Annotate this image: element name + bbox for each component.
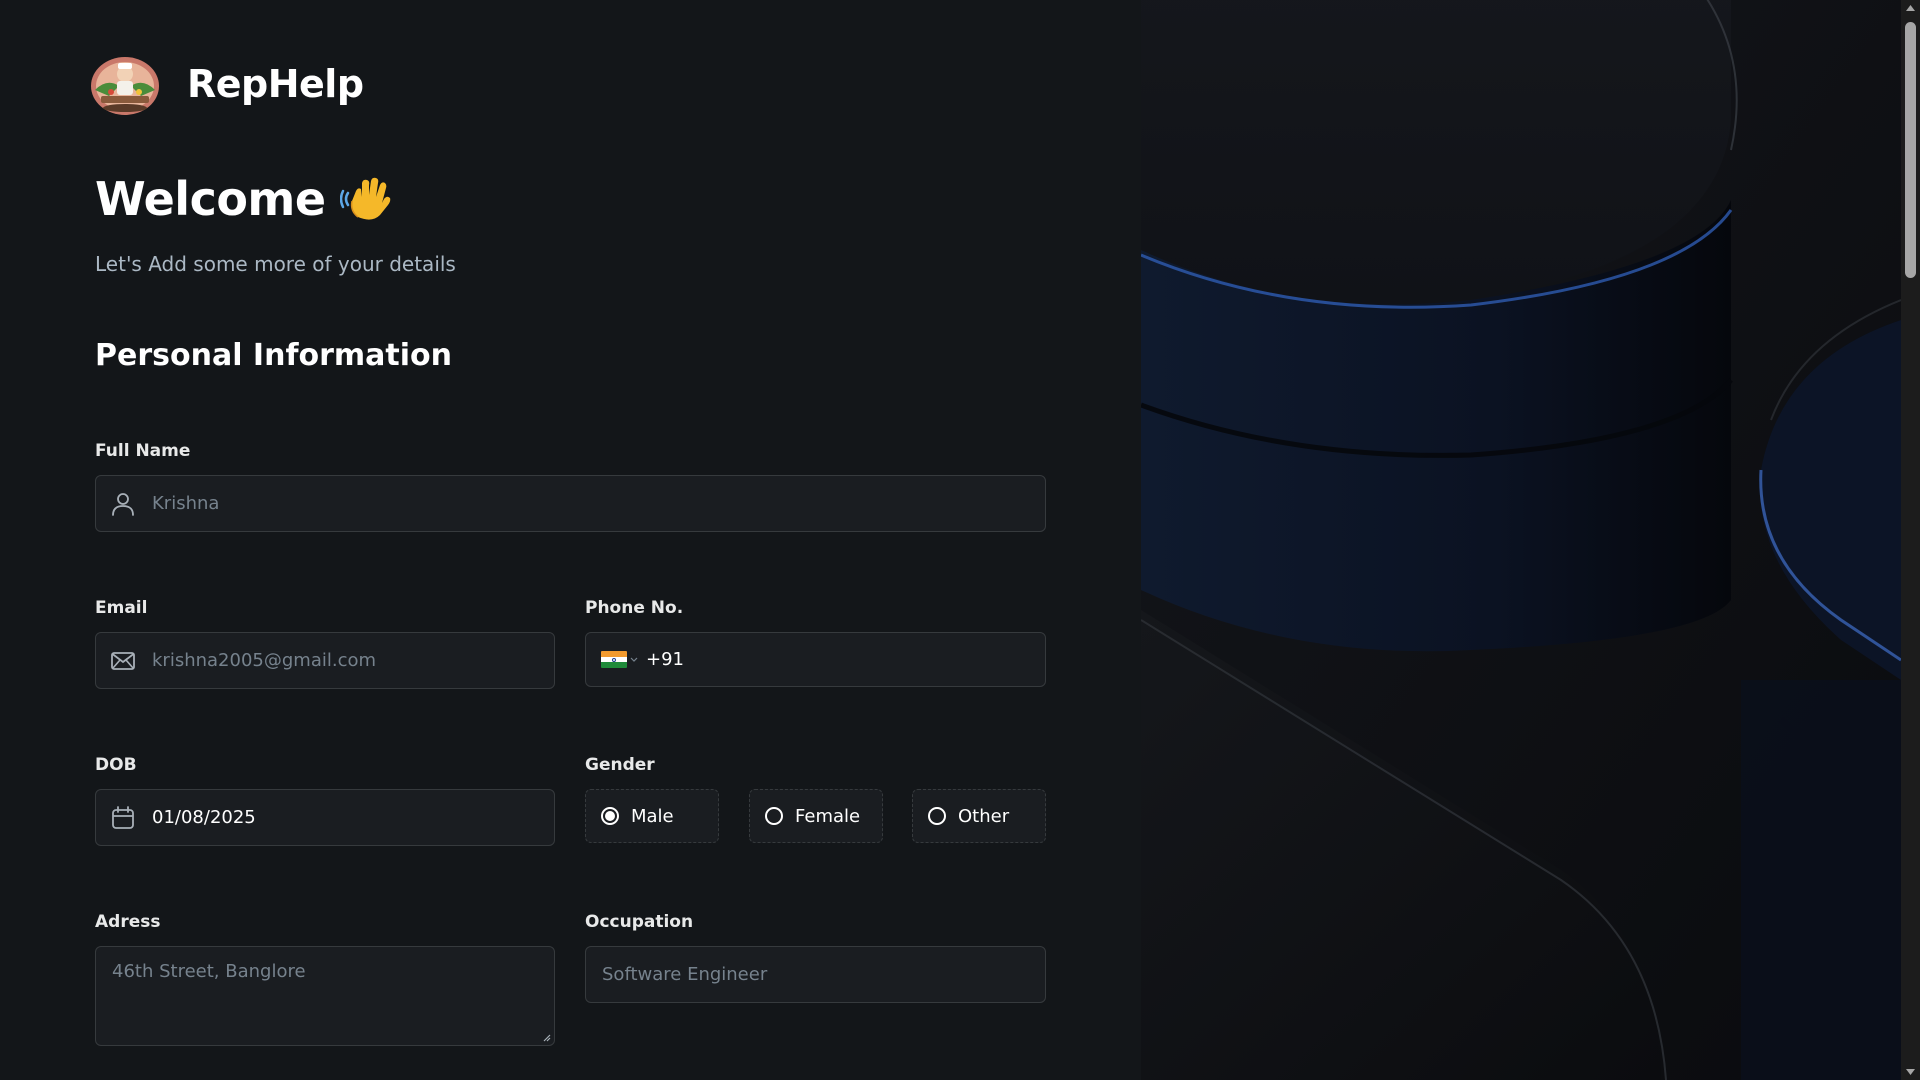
- chef-character-logo: [91, 57, 159, 115]
- form-panel: RepHelp Welcome Let's Add some more of y…: [0, 0, 1141, 1080]
- phone-label: Phone No.: [585, 598, 684, 618]
- india-flag-icon: [601, 651, 627, 668]
- hero-image-panel: [1141, 0, 1901, 1080]
- gender-option-male[interactable]: Male: [585, 789, 719, 843]
- occupation-label: Occupation: [585, 912, 694, 932]
- resize-grip-icon[interactable]: [542, 1033, 551, 1042]
- vertical-scrollbar[interactable]: [1901, 0, 1920, 1080]
- section-title: Personal Information: [95, 338, 452, 373]
- onboarding-page: RepHelp Welcome Let's Add some more of y…: [0, 0, 1920, 1080]
- dob-label: DOB: [95, 755, 137, 775]
- dob-value: 01/08/2025: [152, 807, 256, 828]
- mail-icon: [111, 651, 135, 670]
- dob-field[interactable]: 01/08/2025: [95, 789, 555, 846]
- gender-option-label: Other: [958, 805, 1010, 827]
- calendar-icon: [112, 805, 134, 829]
- full-name-field[interactable]: Krishna: [95, 475, 1046, 532]
- user-icon: [112, 492, 134, 516]
- app-name: RepHelp: [187, 62, 364, 106]
- welcome-title: Welcome: [95, 172, 326, 226]
- abstract-3d-shapes-image: [1141, 0, 1901, 1080]
- phone-field[interactable]: +91: [585, 632, 1046, 687]
- country-selector[interactable]: [601, 651, 638, 668]
- gender-option-label: Male: [631, 805, 674, 827]
- radio-selected-icon: [601, 807, 619, 825]
- gender-label: Gender: [585, 755, 655, 775]
- occupation-placeholder: Software Engineer: [602, 964, 768, 985]
- scroll-down-arrow-icon[interactable]: [1905, 1068, 1916, 1076]
- occupation-field[interactable]: Software Engineer: [585, 946, 1046, 1003]
- email-placeholder: krishna2005@gmail.com: [152, 650, 377, 671]
- scrollbar-thumb[interactable]: [1905, 22, 1916, 278]
- chevron-down-icon: [630, 657, 638, 662]
- address-placeholder: 46th Street, Banglore: [112, 961, 306, 982]
- email-field[interactable]: krishna2005@gmail.com: [95, 632, 555, 689]
- full-name-placeholder: Krishna: [152, 493, 220, 514]
- gender-option-label: Female: [795, 805, 861, 827]
- radio-unselected-icon: [928, 807, 946, 825]
- gender-option-other[interactable]: Other: [912, 789, 1046, 843]
- email-label: Email: [95, 598, 148, 618]
- address-label: Adress: [95, 912, 161, 932]
- waving-hand-icon: [339, 177, 390, 220]
- welcome-subtitle: Let's Add some more of your details: [95, 252, 456, 276]
- gender-option-female[interactable]: Female: [749, 789, 883, 843]
- radio-unselected-icon: [765, 807, 783, 825]
- address-textarea[interactable]: 46th Street, Banglore: [95, 946, 555, 1046]
- brand-header: RepHelp: [89, 52, 364, 116]
- welcome-heading: Welcome: [95, 172, 392, 226]
- full-name-label: Full Name: [95, 441, 191, 461]
- scroll-up-arrow-icon[interactable]: [1905, 4, 1916, 12]
- phone-code: +91: [646, 649, 684, 670]
